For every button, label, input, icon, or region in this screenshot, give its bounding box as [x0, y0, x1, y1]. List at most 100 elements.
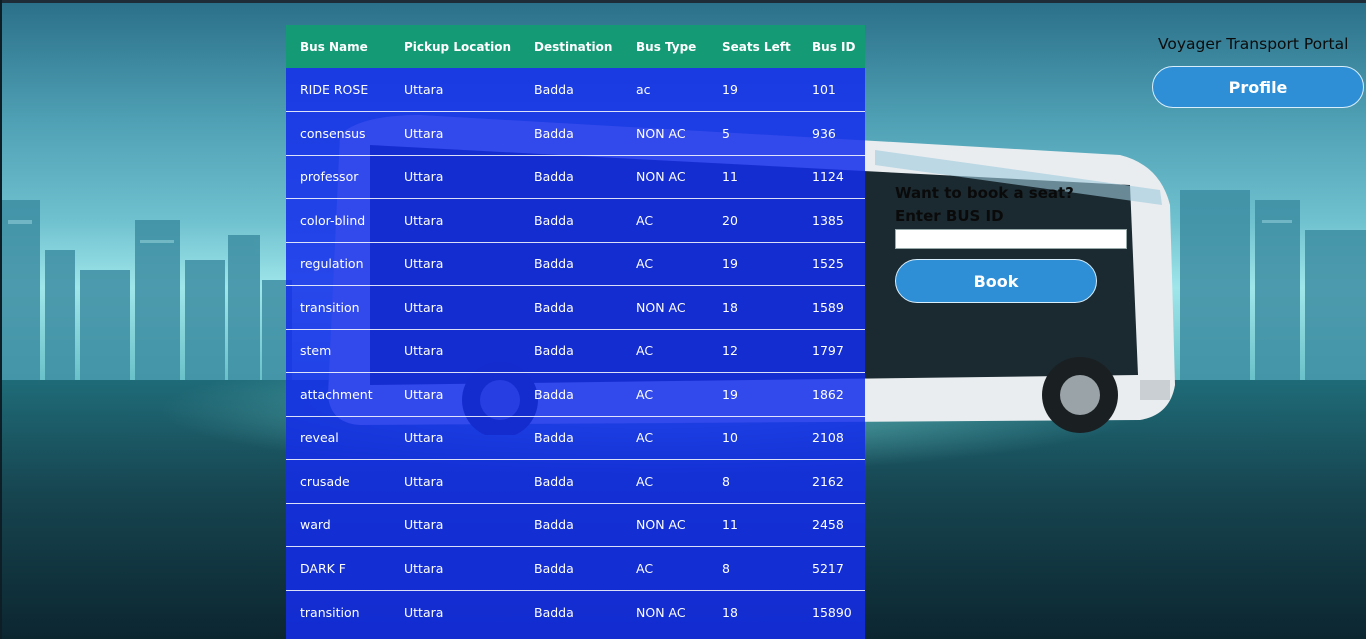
cell-bus-id: 1797: [812, 343, 844, 359]
cell-bus-name: reveal: [300, 430, 339, 446]
book-button[interactable]: Book: [895, 259, 1097, 303]
cell-bus-id: 1862: [812, 386, 844, 402]
cell-destination: Badda: [534, 256, 574, 272]
cell-bus-type: AC: [636, 212, 654, 228]
table-header-row: Bus Name Pickup Location Destination Bus…: [286, 25, 865, 68]
table-row: crusade Uttara Badda AC 8 2162: [286, 459, 865, 504]
cell-bus-name: regulation: [300, 256, 364, 272]
cell-destination: Badda: [534, 299, 574, 315]
cell-pickup-location: Uttara: [404, 473, 444, 489]
booking-form: Want to book a seat? Enter BUS ID Book: [895, 184, 1127, 303]
cell-bus-name: attachment: [300, 386, 373, 402]
header-bus-type: Bus Type: [636, 39, 697, 54]
cell-destination: Badda: [534, 386, 574, 402]
cell-seats-left: 5: [722, 125, 730, 141]
table-row: regulation Uttara Badda AC 19 1525: [286, 242, 865, 286]
cell-bus-id: 1385: [812, 212, 844, 228]
table-row: reveal Uttara Badda AC 10 2108: [286, 416, 865, 460]
left-border: [0, 0, 2, 639]
cell-pickup-location: Uttara: [404, 560, 444, 576]
cell-pickup-location: Uttara: [404, 125, 444, 141]
cell-destination: Badda: [534, 430, 574, 446]
bus-table: Bus Name Pickup Location Destination Bus…: [286, 25, 865, 634]
cell-destination: Badda: [534, 473, 574, 489]
cell-bus-id: 2162: [812, 473, 844, 489]
cell-pickup-location: Uttara: [404, 256, 444, 272]
cell-destination: Badda: [534, 125, 574, 141]
cell-seats-left: 19: [722, 256, 738, 272]
cell-bus-type: AC: [636, 430, 654, 446]
cell-bus-type: NON AC: [636, 125, 686, 141]
table-row: consensus Uttara Badda NON AC 5 936: [286, 111, 865, 156]
header-destination: Destination: [534, 39, 613, 54]
header-pickup-location: Pickup Location: [404, 39, 512, 54]
bus-id-label: Enter BUS ID: [895, 207, 1004, 225]
cell-bus-type: AC: [636, 256, 654, 272]
cell-seats-left: 18: [722, 299, 738, 315]
cell-pickup-location: Uttara: [404, 82, 444, 97]
header-bus-name: Bus Name: [300, 39, 368, 54]
cell-bus-name: stem: [300, 343, 332, 359]
cell-destination: Badda: [534, 212, 574, 228]
cell-bus-name: consensus: [300, 125, 366, 141]
cell-bus-name: transition: [300, 299, 360, 315]
table-row: stem Uttara Badda AC 12 1797: [286, 329, 865, 373]
table-row: transition Uttara Badda NON AC 18 1589: [286, 285, 865, 330]
cell-pickup-location: Uttara: [404, 343, 444, 359]
cell-pickup-location: Uttara: [404, 386, 444, 402]
cell-seats-left: 20: [722, 212, 738, 228]
cell-bus-name: crusade: [300, 473, 350, 489]
cell-seats-left: 8: [722, 560, 730, 576]
table-row: attachment Uttara Badda AC 19 1862: [286, 372, 865, 417]
cell-bus-type: AC: [636, 343, 654, 359]
cell-bus-type: NON AC: [636, 299, 686, 315]
cell-bus-type: NON AC: [636, 604, 686, 620]
cell-destination: Badda: [534, 343, 574, 359]
cell-pickup-location: Uttara: [404, 169, 444, 185]
cell-bus-id: 101: [812, 82, 836, 97]
bus-id-input[interactable]: [895, 229, 1127, 249]
table-row: ward Uttara Badda NON AC 11 2458: [286, 503, 865, 547]
cell-bus-id: 2108: [812, 430, 844, 446]
cell-bus-id: 1124: [812, 169, 844, 185]
top-border: [0, 0, 1366, 3]
cell-bus-type: AC: [636, 386, 654, 402]
cell-bus-type: AC: [636, 560, 654, 576]
cell-bus-id: 1525: [812, 256, 844, 272]
cell-pickup-location: Uttara: [404, 299, 444, 315]
cell-bus-name: color-blind: [300, 212, 366, 228]
cell-bus-name: ward: [300, 517, 331, 533]
cell-bus-type: NON AC: [636, 517, 686, 533]
cell-bus-id: 1589: [812, 299, 844, 315]
cell-bus-id: 936: [812, 125, 836, 141]
cell-destination: Badda: [534, 517, 574, 533]
header-bus-id: Bus ID: [812, 39, 856, 54]
cell-seats-left: 19: [722, 386, 738, 402]
cell-bus-type: ac: [636, 82, 651, 97]
cell-bus-type: NON AC: [636, 169, 686, 185]
cell-seats-left: 11: [722, 517, 738, 533]
cell-bus-id: 15890: [812, 604, 852, 620]
table-row: color-blind Uttara Badda AC 20 1385: [286, 198, 865, 243]
cell-pickup-location: Uttara: [404, 517, 444, 533]
cell-seats-left: 19: [722, 82, 738, 97]
cell-seats-left: 11: [722, 169, 738, 185]
cell-bus-id: 5217: [812, 560, 844, 576]
cell-seats-left: 8: [722, 473, 730, 489]
cell-seats-left: 12: [722, 343, 738, 359]
table-row: transition Uttara Badda NON AC 18 15890: [286, 590, 865, 634]
table-body: RIDE ROSE Uttara Badda ac 19 101 consensus Utta…: [286, 68, 865, 634]
cell-bus-name: professor: [300, 169, 359, 185]
cell-bus-type: AC: [636, 473, 654, 489]
cell-bus-id: 2458: [812, 517, 844, 533]
cell-pickup-location: Uttara: [404, 212, 444, 228]
cell-destination: Badda: [534, 604, 574, 620]
cell-bus-name: RIDE ROSE: [300, 82, 369, 97]
profile-button[interactable]: Profile: [1152, 66, 1364, 108]
portal-title: Voyager Transport Portal: [1158, 35, 1349, 53]
cell-pickup-location: Uttara: [404, 604, 444, 620]
booking-question: Want to book a seat?: [895, 184, 1074, 202]
header-seats-left: Seats Left: [722, 39, 791, 54]
table-row: professor Uttara Badda NON AC 11 1124: [286, 155, 865, 199]
bus-list-panel: Bus Name Pickup Location Destination Bus…: [286, 25, 865, 639]
